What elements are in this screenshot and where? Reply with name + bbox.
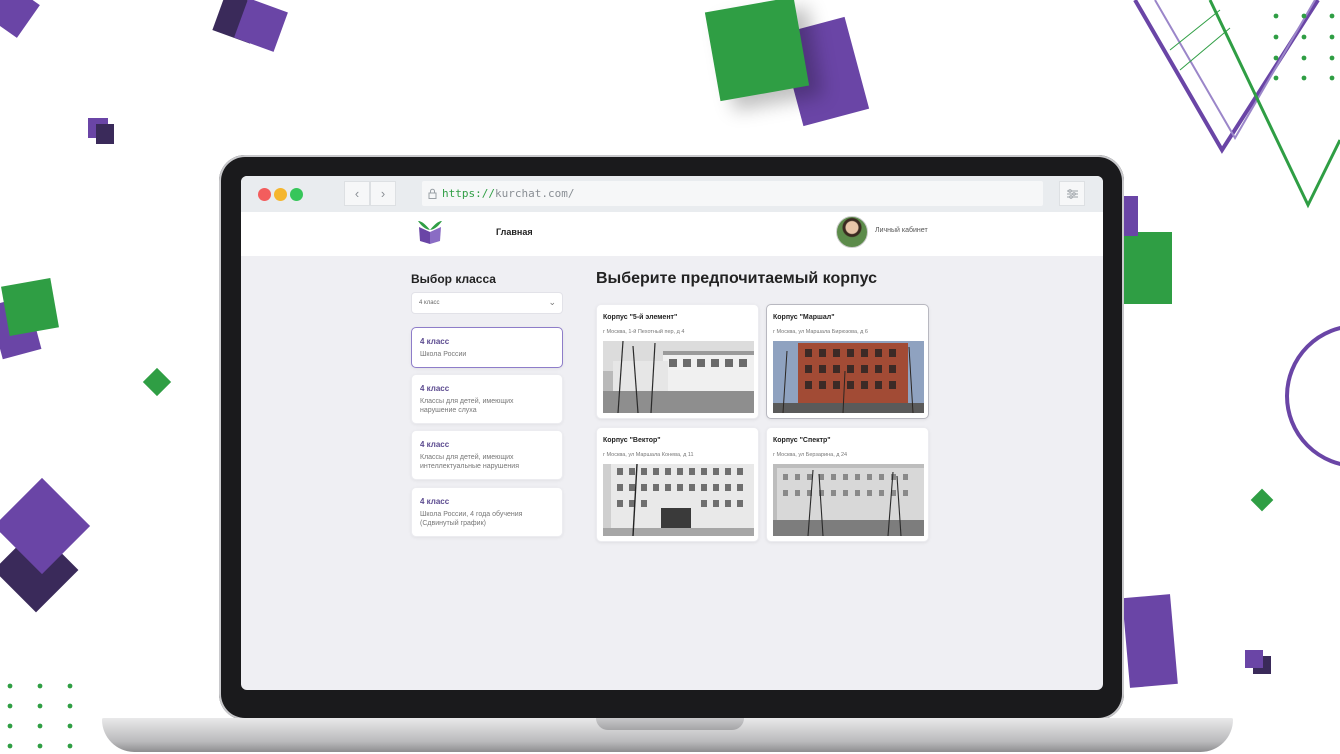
building-address: г Москва, 1-й Пехотный пер, д 4 [603, 329, 685, 335]
class-option-card[interactable]: 4 класс Классы для детей, имеющих наруше… [411, 374, 563, 424]
class-selection-title: Выбор класса [411, 272, 496, 286]
site-header: Главная Личный кабинет [241, 212, 1103, 256]
avatar[interactable] [836, 216, 868, 248]
close-window-button[interactable] [258, 188, 271, 201]
class-option-title: 4 класс [420, 497, 450, 506]
browser-toolbar: ‹ › https://kurchat.com/ [241, 176, 1103, 212]
lock-icon [428, 188, 437, 199]
class-option-title: 4 класс [420, 440, 450, 449]
building-photo [773, 464, 924, 536]
laptop-screen: ‹ › https://kurchat.com/ Главная Личный … [241, 176, 1103, 690]
personal-cabinet-link[interactable]: Личный кабинет [875, 227, 928, 234]
building-card[interactable]: Корпус "Маршал" г Москва, ул Маршала Бир… [766, 304, 929, 419]
class-option-card[interactable]: 4 класс Школа России, 4 года обучения (С… [411, 487, 563, 537]
class-option-title: 4 класс [420, 384, 450, 393]
class-option-subtitle: Классы для детей, имеющих нарушение слух… [420, 398, 514, 414]
forward-button[interactable]: › [370, 181, 396, 206]
chevron-down-icon: ⌄ [548, 297, 556, 307]
building-photo [603, 464, 754, 536]
building-name: Корпус "Спектр" [773, 437, 831, 444]
class-select-value: 4 класс [419, 300, 440, 306]
class-select[interactable]: 4 класс ⌄ [411, 292, 563, 314]
nav-home-link[interactable]: Главная [496, 227, 533, 237]
url-host: kurchat.com/ [494, 187, 575, 200]
minimize-window-button[interactable] [274, 188, 287, 201]
laptop-notch [596, 718, 744, 730]
school-logo-icon[interactable] [416, 217, 444, 245]
back-button[interactable]: ‹ [344, 181, 370, 206]
building-photo [603, 341, 754, 413]
building-card[interactable]: Корпус "5-й элемент" г Москва, 1-й Пехот… [596, 304, 759, 419]
class-option-card[interactable]: 4 класс Школа России [411, 327, 563, 368]
settings-button[interactable] [1059, 181, 1085, 206]
building-name: Корпус "5-й элемент" [603, 314, 678, 321]
address-bar[interactable]: https://kurchat.com/ [422, 181, 1043, 206]
url-protocol: https:// [442, 187, 495, 200]
class-option-subtitle: Школа России, 4 года обучения (Сдвинутый… [420, 511, 523, 527]
class-option-subtitle: Школа России [420, 351, 467, 358]
class-option-card[interactable]: 4 класс Классы для детей, имеющих интелл… [411, 430, 563, 480]
building-name: Корпус "Вектор" [603, 437, 661, 444]
building-photo [773, 341, 924, 413]
maximize-window-button[interactable] [290, 188, 303, 201]
url-text: https://kurchat.com/ [442, 187, 574, 200]
class-option-title: 4 класс [420, 337, 450, 346]
page-title: Выберите предпочитаемый корпус [596, 270, 878, 287]
building-address: г Москва, ул Маршала Конева, д 11 [603, 452, 694, 458]
building-name: Корпус "Маршал" [773, 314, 835, 321]
chevron-left-icon: ‹ [354, 186, 360, 201]
building-address: г Москва, ул Берзарина, д 24 [773, 452, 848, 458]
chevron-right-icon: › [380, 186, 386, 201]
building-card[interactable]: Корпус "Спектр" г Москва, ул Берзарина, … [766, 427, 929, 542]
class-option-subtitle: Классы для детей, имеющих интеллектуальн… [420, 454, 519, 470]
building-card[interactable]: Корпус "Вектор" г Москва, ул Маршала Кон… [596, 427, 759, 542]
building-address: г Москва, ул Маршала Бирюзова, д 6 [773, 329, 868, 335]
sliders-icon [1067, 189, 1078, 199]
